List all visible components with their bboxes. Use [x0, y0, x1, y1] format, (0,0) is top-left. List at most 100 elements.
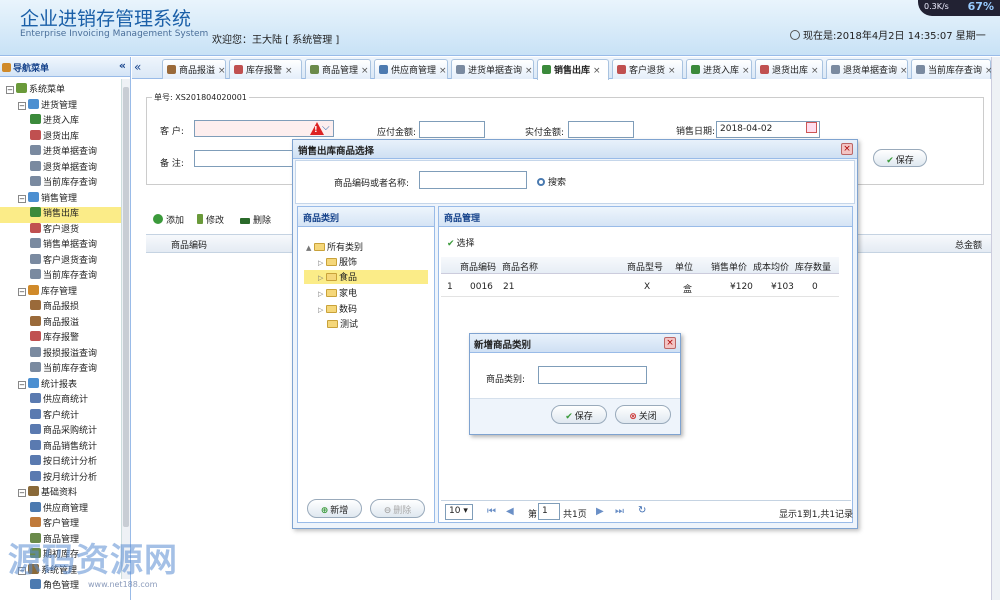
sidebar-item[interactable]: 供应商管理 — [0, 501, 130, 518]
tab[interactable]: 退货出库 × — [755, 59, 823, 79]
delete-button[interactable]: 删除 — [240, 213, 271, 226]
sidebar-item[interactable]: − 库存管理 — [0, 284, 130, 301]
tab[interactable]: 退货单据查询 × — [826, 59, 908, 79]
menu-item-icon — [28, 98, 39, 109]
sales-date-field[interactable]: 2018-04-02 — [716, 121, 820, 138]
tree-toggle-icon[interactable]: − — [6, 86, 14, 94]
sidebar-item[interactable]: 供应商统计 — [0, 393, 130, 409]
sidebar-item[interactable]: 当前库存查询 — [0, 362, 130, 378]
tab-close-icon[interactable]: × — [742, 66, 750, 76]
expand-arrow-icon[interactable]: ▷ — [318, 290, 326, 298]
delete-category-button[interactable]: ⊖ 删除 — [370, 499, 425, 518]
dialog-close-button[interactable]: × — [841, 143, 853, 155]
sidebar-item[interactable]: 客户退货查询 — [0, 253, 130, 270]
search-button[interactable]: 搜索 — [537, 175, 566, 188]
next-page-icon[interactable]: ▶ — [596, 506, 604, 517]
main-scrollbar[interactable] — [991, 57, 1000, 600]
payable-amount-field[interactable] — [419, 121, 485, 138]
tab[interactable]: 当前库存查询 × — [911, 59, 993, 79]
sidebar-item[interactable]: 客户退货 — [0, 222, 130, 239]
prev-page-icon[interactable]: ◀ — [506, 506, 514, 517]
sidebar-item[interactable]: 进货单据查询 — [0, 145, 130, 161]
sidebar-collapse-button[interactable]: « — [119, 59, 126, 72]
tab[interactable]: 进货单据查询 × — [451, 59, 534, 79]
tab-close-icon[interactable]: × — [525, 66, 533, 76]
category-node[interactable]: 测试 — [327, 317, 358, 330]
paid-amount-field[interactable] — [568, 121, 634, 138]
expand-arrow-icon[interactable]: ▷ — [318, 274, 326, 282]
sidebar-item[interactable]: 退货单据查询 — [0, 160, 130, 177]
tree-toggle-icon[interactable]: − — [18, 380, 26, 389]
new-category-button[interactable]: ⊕ 新增 — [307, 499, 362, 518]
tree-toggle-icon[interactable]: − — [18, 101, 26, 110]
scrollbar-thumb[interactable] — [123, 87, 129, 527]
sidebar-item[interactable]: 商品采购统计 — [0, 424, 130, 440]
save-button[interactable]: ✔ 保存 — [873, 149, 927, 167]
tab[interactable]: 商品管理 × — [305, 59, 371, 79]
category-node[interactable]: ▷ 食品 — [318, 270, 357, 283]
category-node[interactable]: ▷ 服饰 — [318, 255, 357, 268]
category-node[interactable]: ▲ 所有类别 — [306, 240, 363, 253]
page-size-select[interactable]: 10 ▾ — [445, 504, 473, 520]
select-button[interactable]: ✔ 选择 — [447, 236, 475, 249]
sidebar-item[interactable]: − 系统菜单 — [0, 83, 130, 99]
search-input[interactable] — [419, 171, 527, 189]
sidebar-item[interactable]: − 基础资料 — [0, 486, 130, 502]
add-category-close-button[interactable]: × — [664, 337, 676, 349]
tab-close-icon[interactable]: × — [900, 66, 908, 76]
last-page-icon[interactable]: ⏭ — [615, 506, 624, 517]
sidebar-scrollbar[interactable] — [121, 79, 130, 579]
sidebar-item[interactable]: 销售单据查询 — [0, 238, 130, 254]
expand-arrow-icon[interactable]: ▷ — [318, 259, 326, 267]
sidebar-item[interactable]: 商品销售统计 — [0, 439, 130, 456]
tab-close-icon[interactable]: × — [439, 66, 447, 76]
tab[interactable]: 客户退货 × — [612, 59, 683, 79]
tab-close-icon[interactable]: × — [593, 66, 601, 76]
page-number-input[interactable]: 1 — [538, 503, 560, 520]
sidebar-item[interactable]: 按日统计分析 — [0, 455, 130, 471]
tab-close-icon[interactable]: × — [668, 66, 676, 76]
note-field[interactable] — [194, 150, 294, 167]
tab-close-icon[interactable]: × — [361, 66, 369, 76]
category-save-button[interactable]: ✔ 保存 — [551, 405, 607, 424]
sidebar-item[interactable]: 当前库存查询 — [0, 269, 130, 285]
category-close-button[interactable]: ⊗ 关闭 — [615, 405, 671, 424]
tree-toggle-icon[interactable]: − — [18, 194, 26, 203]
tab-scroll-left-button[interactable]: « — [134, 60, 141, 74]
sidebar-item[interactable]: − 进货管理 — [0, 98, 130, 115]
sidebar-item[interactable]: 库存报警 — [0, 331, 130, 347]
tab[interactable]: 商品报溢 × — [162, 59, 226, 79]
sidebar-item[interactable]: 报损报溢查询 — [0, 346, 130, 363]
add-button[interactable]: 添加 — [153, 213, 184, 226]
sidebar-item[interactable]: 商品报溢 — [0, 315, 130, 332]
sidebar-item[interactable]: 客户统计 — [0, 408, 130, 425]
first-page-icon[interactable]: ⏮ — [487, 506, 496, 517]
tab-close-icon[interactable]: × — [811, 66, 819, 76]
expand-arrow-icon[interactable]: ▷ — [318, 306, 326, 314]
tab-close-icon[interactable]: × — [218, 66, 226, 76]
category-node[interactable]: ▷ 家电 — [318, 286, 357, 299]
tab[interactable]: 库存报警 × — [229, 59, 302, 79]
category-node[interactable]: ▷ 数码 — [318, 302, 357, 315]
calendar-icon[interactable] — [806, 122, 817, 133]
chevron-down-icon[interactable]: ⌵ — [322, 122, 330, 133]
tab-close-icon[interactable]: × — [285, 66, 293, 76]
tab[interactable]: 进货入库 × — [686, 59, 752, 79]
sidebar-item[interactable]: − 销售管理 — [0, 191, 130, 208]
sidebar-item[interactable]: 进货入库 — [0, 114, 130, 130]
edit-button[interactable]: 修改 — [197, 213, 224, 226]
sidebar-item[interactable]: 当前库存查询 — [0, 176, 130, 192]
tree-toggle-icon[interactable]: − — [18, 489, 26, 497]
sidebar-item[interactable]: 销售出库 — [0, 207, 130, 223]
tree-toggle-icon[interactable]: − — [18, 287, 26, 296]
category-name-input[interactable] — [538, 366, 647, 384]
tab[interactable]: 供应商管理 × — [374, 59, 448, 79]
sidebar-item[interactable]: − 统计报表 — [0, 377, 130, 394]
expand-arrow-icon[interactable]: ▲ — [306, 244, 314, 252]
sidebar-item[interactable]: 商品报损 — [0, 300, 130, 316]
tab[interactable]: 销售出库 × — [537, 59, 609, 80]
sidebar-item[interactable]: 客户管理 — [0, 517, 130, 533]
sidebar-item[interactable]: 按月统计分析 — [0, 470, 130, 487]
sidebar-item[interactable]: 退货出库 — [0, 129, 130, 146]
refresh-icon[interactable]: ↻ — [638, 505, 646, 516]
